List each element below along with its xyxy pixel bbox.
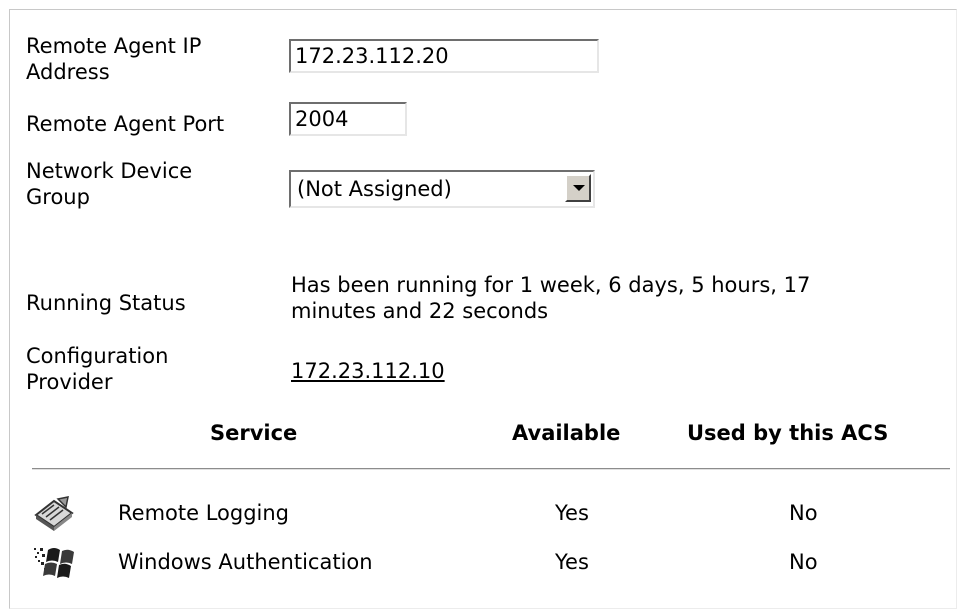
port-label: Remote Agent Port <box>26 112 225 136</box>
remote-logging-icon <box>34 496 74 531</box>
ip-address-label: Remote Agent IP Address <box>26 34 202 84</box>
device-group-label: Network Device Group <box>26 159 193 209</box>
running-status-label: Running Status <box>26 291 186 315</box>
windows-logo-icon <box>34 548 74 578</box>
port-input[interactable] <box>289 102 407 136</box>
device-group-value: (Not Assigned) <box>297 177 452 201</box>
service-available: Yes <box>555 550 589 574</box>
config-provider-label: Configuration Provider <box>26 344 169 394</box>
table-divider <box>32 468 950 469</box>
column-header-used: Used by this ACS <box>687 421 889 445</box>
config-provider-link[interactable]: 172.23.112.10 <box>291 358 445 384</box>
service-name: Windows Authentication <box>118 550 373 574</box>
column-header-available: Available <box>512 421 621 445</box>
chevron-down-icon[interactable] <box>565 174 591 202</box>
service-available: Yes <box>555 501 589 525</box>
service-used: No <box>789 501 818 525</box>
ip-address-input[interactable] <box>289 39 599 73</box>
device-group-select[interactable]: (Not Assigned) <box>289 170 595 208</box>
service-name: Remote Logging <box>118 501 290 525</box>
column-header-service: Service <box>210 421 298 445</box>
service-used: No <box>789 550 818 574</box>
running-status-value: Has been running for 1 week, 6 days, 5 h… <box>291 273 811 323</box>
